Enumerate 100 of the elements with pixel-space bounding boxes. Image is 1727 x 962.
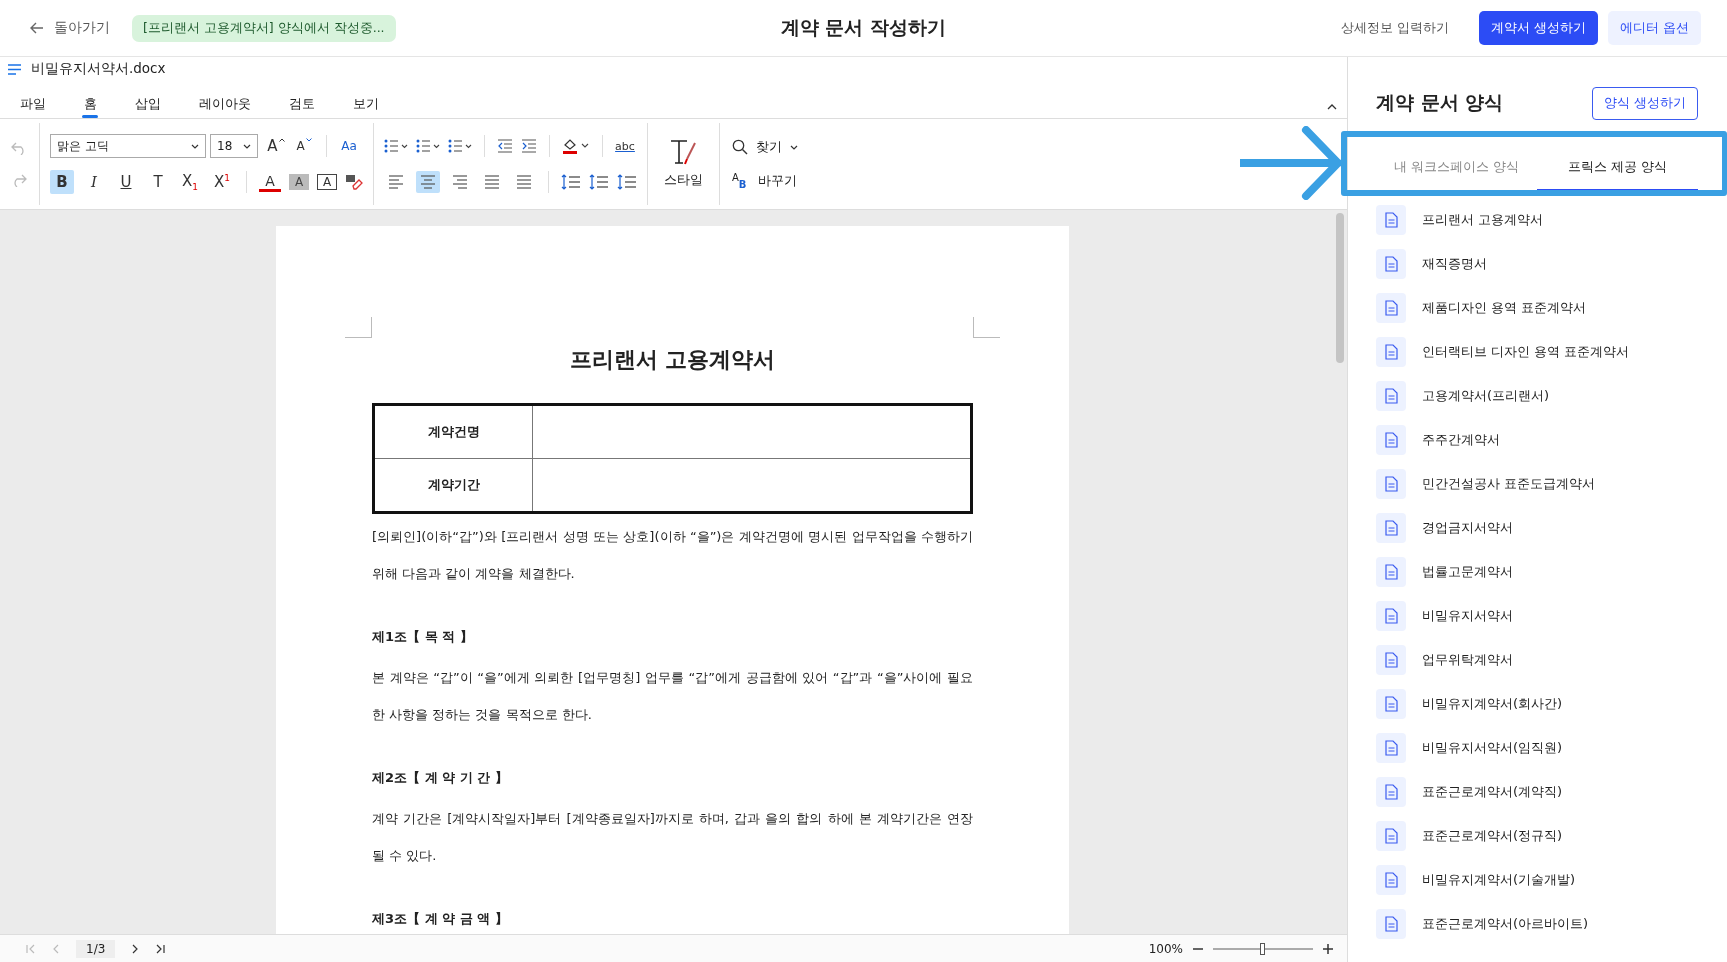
indent-icon[interactable] bbox=[521, 139, 537, 153]
template-item[interactable]: 고용계약서(프리랜서) bbox=[1422, 387, 1550, 405]
document-icon bbox=[1376, 689, 1406, 719]
template-tab[interactable]: 프릭스 제공 양식 bbox=[1537, 145, 1698, 192]
format-button[interactable]: B bbox=[50, 170, 74, 194]
line-spacing-icon[interactable] bbox=[589, 174, 609, 190]
document-icon bbox=[1376, 249, 1406, 279]
search-icon bbox=[732, 139, 748, 155]
align-button[interactable] bbox=[416, 171, 440, 193]
paragraph: [의뢰인](이하“갑”)와 [프리랜서 성명 또는 상호](이하 “을”)은 계약건명에 명시된 업무작업을 수행하기 위해 다음과 같이 계약을 체결한다. bbox=[372, 528, 973, 583]
panel-title: 계약 문서 양식 bbox=[1376, 90, 1504, 115]
back-button[interactable]: 돌아가기 bbox=[30, 19, 110, 37]
template-item[interactable]: 주주간계약서 bbox=[1422, 431, 1500, 449]
corner-mark bbox=[973, 317, 1000, 338]
eraser-icon[interactable] bbox=[345, 174, 363, 190]
options-button[interactable]: 에디터 옵션 bbox=[1607, 11, 1701, 45]
dropdown-caret-icon bbox=[191, 143, 199, 149]
document-icon bbox=[1376, 381, 1406, 411]
line-spacing-icon[interactable] bbox=[617, 174, 637, 190]
spelling-button[interactable]: abc bbox=[615, 134, 635, 158]
template-item[interactable]: 표준근로계약서(정규직) bbox=[1422, 827, 1563, 845]
template-item[interactable]: 비밀유지계약서(기술개발) bbox=[1422, 871, 1576, 889]
table-cell: 계약건명 bbox=[373, 404, 533, 459]
detail-link[interactable]: 상세정보 입력하기 bbox=[1328, 11, 1461, 45]
document-icon bbox=[1376, 557, 1406, 587]
font-select[interactable]: 맑은 고딕 bbox=[50, 134, 206, 158]
menu-tab[interactable]: 파일 bbox=[18, 95, 60, 118]
shrink-font-button[interactable]: A bbox=[294, 134, 314, 158]
document-icon bbox=[1376, 513, 1406, 543]
document-icon bbox=[1376, 645, 1406, 675]
corner-mark bbox=[345, 317, 372, 338]
document-icon bbox=[1376, 821, 1406, 851]
change-case-button[interactable]: Aa bbox=[339, 134, 359, 158]
menu-tab[interactable]: 검토 bbox=[287, 95, 329, 118]
document-icon bbox=[1376, 205, 1406, 235]
caret-down-icon bbox=[305, 138, 312, 142]
template-item[interactable]: 표준근로계약서(아르바이트) bbox=[1422, 915, 1589, 933]
menu-tab[interactable]: 홈 bbox=[82, 95, 111, 118]
font-size-select[interactable]: 18 bbox=[210, 134, 258, 158]
list-icon[interactable] bbox=[384, 139, 408, 153]
template-item[interactable]: 제품디자인 용역 표준계약서 bbox=[1422, 299, 1587, 317]
caret-up-icon bbox=[278, 138, 285, 142]
create-template-button[interactable]: 양식 생성하기 bbox=[1592, 86, 1698, 120]
zoom-in-icon[interactable] bbox=[1323, 943, 1333, 954]
page-indicator: 1/3 bbox=[76, 939, 116, 958]
paragraph: 계약 기간은 [계약시작일자]부터 [계약종료일자]까지로 하며, 갑과 을의 합의 하에 본 계약기간은 연장 될 수 있다. bbox=[372, 810, 973, 865]
template-item[interactable]: 비밀유지서약서(임직원) bbox=[1422, 739, 1563, 757]
document-icon bbox=[1376, 293, 1406, 323]
format-button[interactable]: X$^{1}$ bbox=[210, 170, 234, 194]
template-item[interactable]: 법률고문계약서 bbox=[1422, 563, 1513, 581]
document-icon bbox=[1376, 733, 1406, 763]
document-icon bbox=[1376, 909, 1406, 939]
menu-tab[interactable]: 삽입 bbox=[133, 95, 175, 118]
template-item[interactable]: 비밀유지계약서(회사간) bbox=[1422, 695, 1563, 713]
menu-tab[interactable]: 보기 bbox=[351, 95, 393, 118]
format-button[interactable]: U bbox=[114, 170, 138, 194]
collapse-icon[interactable] bbox=[1327, 104, 1337, 110]
template-item[interactable]: 인터랙티브 디자인 용역 표준계약서 bbox=[1422, 343, 1630, 361]
format-button[interactable]: X$_{1}$ bbox=[178, 170, 202, 194]
outdent-icon[interactable] bbox=[497, 139, 513, 153]
last-page-icon[interactable] bbox=[155, 943, 166, 954]
style-button[interactable]: 스타일 bbox=[664, 139, 703, 189]
generate-button[interactable]: 계약서 생성하기 bbox=[1478, 11, 1598, 45]
template-item[interactable]: 경업금지서약서 bbox=[1422, 519, 1513, 537]
fill-bucket-icon[interactable] bbox=[562, 138, 590, 154]
template-item[interactable]: 업무위탁계약서 bbox=[1422, 651, 1513, 669]
template-item[interactable]: 재직증명서 bbox=[1422, 255, 1487, 273]
section-heading: 제1조【 목 적 】 bbox=[372, 628, 474, 646]
text-color-button[interactable]: A bbox=[289, 174, 309, 190]
text-color-button[interactable]: A bbox=[259, 172, 281, 192]
document-icon bbox=[1376, 777, 1406, 807]
text-color-button[interactable]: A bbox=[317, 174, 337, 190]
status-badge: [프리랜서 고용계약서] 양식에서 작성중... bbox=[132, 14, 396, 42]
template-item[interactable]: 비밀유지서약서 bbox=[1422, 607, 1513, 625]
dropdown-caret-icon bbox=[790, 144, 798, 150]
template-item[interactable]: 표준근로계약서(계약직) bbox=[1422, 783, 1563, 801]
document-icon bbox=[1376, 425, 1406, 455]
menu-icon[interactable] bbox=[8, 63, 21, 75]
template-item[interactable]: 프리랜서 고용계약서 bbox=[1422, 211, 1544, 229]
scrollbar-thumb[interactable] bbox=[1336, 213, 1344, 363]
next-page-icon[interactable] bbox=[131, 943, 140, 954]
template-item[interactable]: 민간건설공사 표준도급계약서 bbox=[1422, 475, 1596, 493]
paragraph: 본 계약은 “갑”이 “을”에게 의뢰한 [업무명칭] 업무를 “갑”에게 공급함에 있어 “갑”과 “을”사이에 필요한 사항을 정하는 것을 목적으로 한다. bbox=[372, 669, 973, 724]
template-tab[interactable]: 내 워크스페이스 양식 bbox=[1376, 145, 1537, 192]
list-icon[interactable] bbox=[448, 139, 472, 153]
line-spacing-icon[interactable] bbox=[561, 174, 581, 190]
format-button[interactable]: I bbox=[82, 170, 106, 194]
find-button[interactable]: 찾기 bbox=[732, 135, 798, 159]
file-name: 비밀유지서약서.docx bbox=[31, 60, 166, 78]
menu-tab[interactable]: 레이아웃 bbox=[197, 95, 265, 118]
document-icon bbox=[1376, 865, 1406, 895]
style-icon bbox=[668, 139, 699, 167]
document-icon bbox=[1376, 601, 1406, 631]
replace-button[interactable]: A B 바꾸기 bbox=[732, 169, 798, 193]
list-icon[interactable] bbox=[416, 139, 440, 153]
grow-font-button[interactable]: A bbox=[266, 134, 286, 158]
format-button[interactable]: T bbox=[146, 170, 170, 194]
document-icon bbox=[1376, 469, 1406, 499]
dropdown-caret-icon bbox=[243, 143, 251, 149]
section-heading: 제3조【 계 약 금 액 】 bbox=[372, 910, 509, 928]
